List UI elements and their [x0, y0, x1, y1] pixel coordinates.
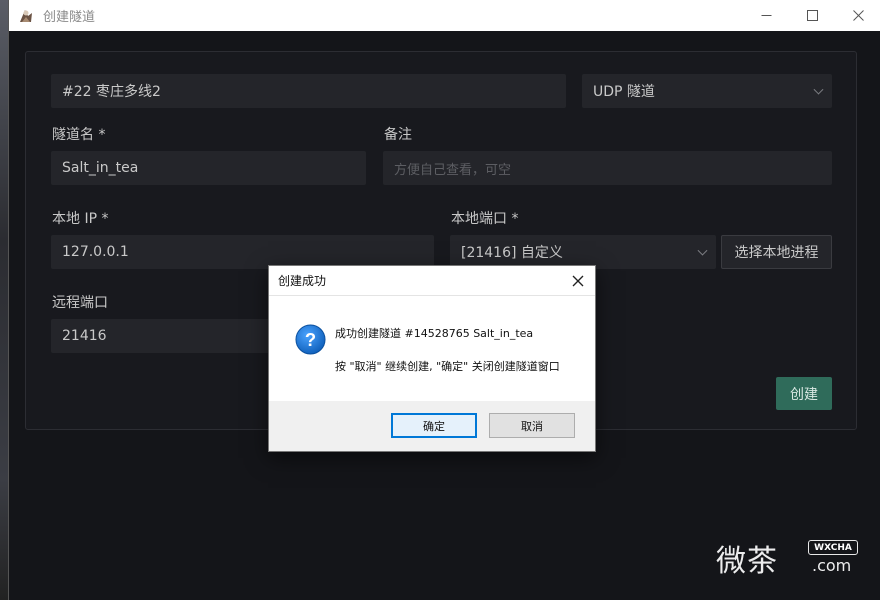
maximize-icon — [806, 10, 818, 21]
ok-button[interactable]: 确定 — [391, 413, 477, 438]
local-port-select[interactable]: [21416] 自定义 — [450, 235, 716, 269]
desktop-edge — [0, 0, 8, 600]
local-ip-input[interactable]: 127.0.0.1 — [51, 235, 434, 269]
minimize-button[interactable] — [743, 0, 789, 31]
chevron-down-icon — [813, 84, 824, 95]
minimize-icon — [761, 15, 771, 16]
node-select[interactable]: #22 枣庄多线2 — [51, 74, 566, 108]
close-icon — [852, 10, 864, 21]
window-title: 创建隧道 — [43, 10, 96, 25]
create-button[interactable]: 创建 — [776, 377, 832, 410]
question-icon: ? — [295, 324, 326, 355]
watermark: 微茶 WXCHA .com — [716, 532, 866, 582]
select-local-process-button[interactable]: 选择本地进程 — [721, 235, 832, 269]
window-titlebar[interactable]: 创建隧道 — [9, 0, 880, 31]
chevron-down-icon — [697, 245, 708, 256]
close-button[interactable] — [835, 0, 880, 31]
remark-input[interactable]: 方便自己查看，可空 — [383, 151, 832, 185]
watermark-domain: .com — [812, 556, 852, 575]
watermark-badge: WXCHA — [808, 540, 858, 555]
dialog-message-line1: 成功创建隧道 #14528765 Salt_in_tea — [335, 327, 534, 340]
dialog-body: ? 成功创建隧道 #14528765 Salt_in_tea 按 "取消" 继续… — [269, 296, 595, 401]
dialog-close-button[interactable] — [567, 270, 589, 292]
watermark-text: 微茶 — [716, 544, 778, 579]
local-ip-label: 本地 IP * — [52, 211, 109, 227]
remark-label: 备注 — [384, 127, 412, 143]
dialog-footer: 确定 取消 — [269, 401, 595, 451]
window-controls — [743, 0, 880, 31]
local-port-value: [21416] 自定义 — [461, 245, 563, 261]
tunnel-type-select[interactable]: UDP 隧道 — [582, 74, 832, 108]
tunnel-name-label: 隧道名 * — [52, 127, 106, 143]
dialog-titlebar[interactable]: 创建成功 — [269, 266, 595, 296]
tunnel-name-input[interactable]: Salt_in_tea — [51, 151, 366, 185]
cancel-button[interactable]: 取消 — [489, 413, 575, 438]
maximize-button[interactable] — [789, 0, 835, 31]
app-icon — [17, 7, 35, 25]
close-icon — [572, 275, 584, 287]
dialog-title: 创建成功 — [278, 274, 327, 288]
remote-port-label: 远程端口 — [52, 295, 108, 311]
dialog-message-line2: 按 "取消" 继续创建, "确定" 关闭创建隧道窗口 — [335, 360, 560, 373]
local-port-label: 本地端口 * — [451, 211, 519, 227]
svg-text:?: ? — [305, 329, 316, 350]
success-dialog: 创建成功 ? 成功创建隧道 #14528765 Salt_in_tea 按 "取… — [268, 265, 596, 452]
tunnel-type-value: UDP 隧道 — [593, 84, 655, 100]
